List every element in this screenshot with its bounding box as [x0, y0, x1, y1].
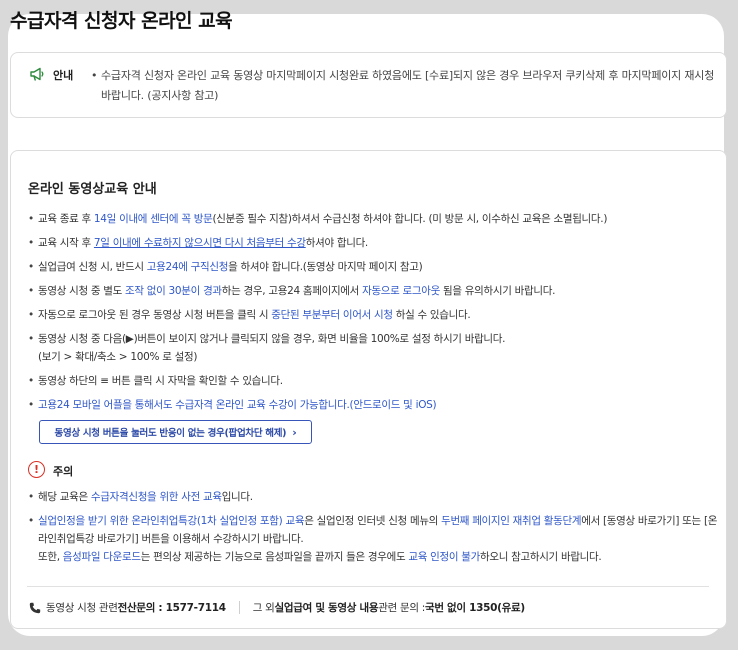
- guide-title: 온라인 동영상교육 안내: [28, 182, 157, 197]
- list-item: 실업급여 신청 시, 반드시 고용24에 구직신청을 하셔야 합니다.(동영상 …: [28, 258, 718, 276]
- popup-unblock-button[interactable]: 동영상 시청 버튼을 눌러도 반응이 없는 경우(팝업차단 해제) ›: [39, 420, 312, 444]
- popup-button-label: 동영상 시청 버튼을 눌러도 반응이 없는 경우(팝업차단 해제): [54, 428, 287, 439]
- chevron-right-icon: ›: [292, 425, 297, 439]
- notice-box: 안내 • 수급자격 신청자 온라인 교육 동영상 마지막페이지 시청완료 하였음…: [10, 52, 727, 118]
- list-item: 교육 종료 후 14일 이내에 센터에 꼭 방문(신분증 필수 지참)하셔서 수…: [28, 210, 718, 228]
- footer-separator: [238, 601, 240, 614]
- megaphone-icon: [30, 67, 44, 81]
- notice-bullet: •: [91, 69, 98, 82]
- list-item: 해당 교육은 수급자격신청을 위한 사전 교육입니다.: [28, 488, 718, 506]
- contact-footer: 동영상 시청 관련 전산문의 : 1577-7114 그 외 실업급여 및 동영…: [29, 600, 709, 615]
- caution-label: 주의: [53, 465, 74, 478]
- divider: [27, 586, 709, 587]
- other-contact-topic: 실업급여 및 동영상 내용: [274, 602, 379, 614]
- list-item: 동영상 하단의 ≡ 버튼 클릭 시 자막을 확인할 수 있습니다.: [28, 372, 718, 390]
- list-item: 동영상 시청 중 별도 조작 없이 30분이 경과하는 경우, 고용24 홈페이…: [28, 282, 718, 300]
- list-item: 고용24 모바일 어플을 통해서도 수급자격 온라인 교육 수강이 가능합니다.…: [28, 396, 718, 414]
- education-guide-card: 온라인 동영상교육 안내 교육 종료 후 14일 이내에 센터에 꼭 방문(신분…: [10, 150, 727, 629]
- list-item: 동영상 시청 중 다음(▶)버튼이 보이지 않거나 클릭되지 않을 경우, 화면…: [28, 330, 718, 366]
- notice-text: • 수급자격 신청자 온라인 교육 동영상 마지막페이지 시청완료 하였음에도 …: [91, 66, 721, 106]
- list-item: 교육 시작 후 7일 이내에 수료하지 않으시면 다시 처음부터 수강하셔야 합…: [28, 234, 718, 252]
- caution-list: 해당 교육은 수급자격신청을 위한 사전 교육입니다. 실업인정을 받기 위한 …: [28, 488, 718, 572]
- caution-icon: !: [28, 461, 45, 478]
- list-item: 실업인정을 받기 위한 온라인취업특강(1차 실업인정 포함) 교육은 실업인정…: [28, 512, 718, 566]
- other-contact-prefix: 그 외: [252, 602, 275, 614]
- list-item: 자동으로 로그아웃 된 경우 동영상 시청 버튼을 클릭 시 중단된 부분부터 …: [28, 306, 718, 324]
- page-title: 수급자격 신청자 온라인 교육: [10, 10, 233, 32]
- notice-message: 수급자격 신청자 온라인 교육 동영상 마지막페이지 시청완료 하였음에도 [수…: [101, 69, 715, 102]
- video-contact-number: 전산문의 : 1577-7114: [117, 602, 226, 614]
- other-contact-number: 국번 없이 1350(유료): [424, 602, 525, 614]
- phone-icon: [29, 602, 41, 613]
- video-contact-label: 동영상 시청 관련: [46, 602, 118, 614]
- notice-label: 안내: [53, 69, 74, 82]
- other-contact-label: 관련 문의 :: [378, 602, 425, 614]
- guide-list: 교육 종료 후 14일 이내에 센터에 꼭 방문(신분증 필수 지참)하셔서 수…: [28, 210, 718, 420]
